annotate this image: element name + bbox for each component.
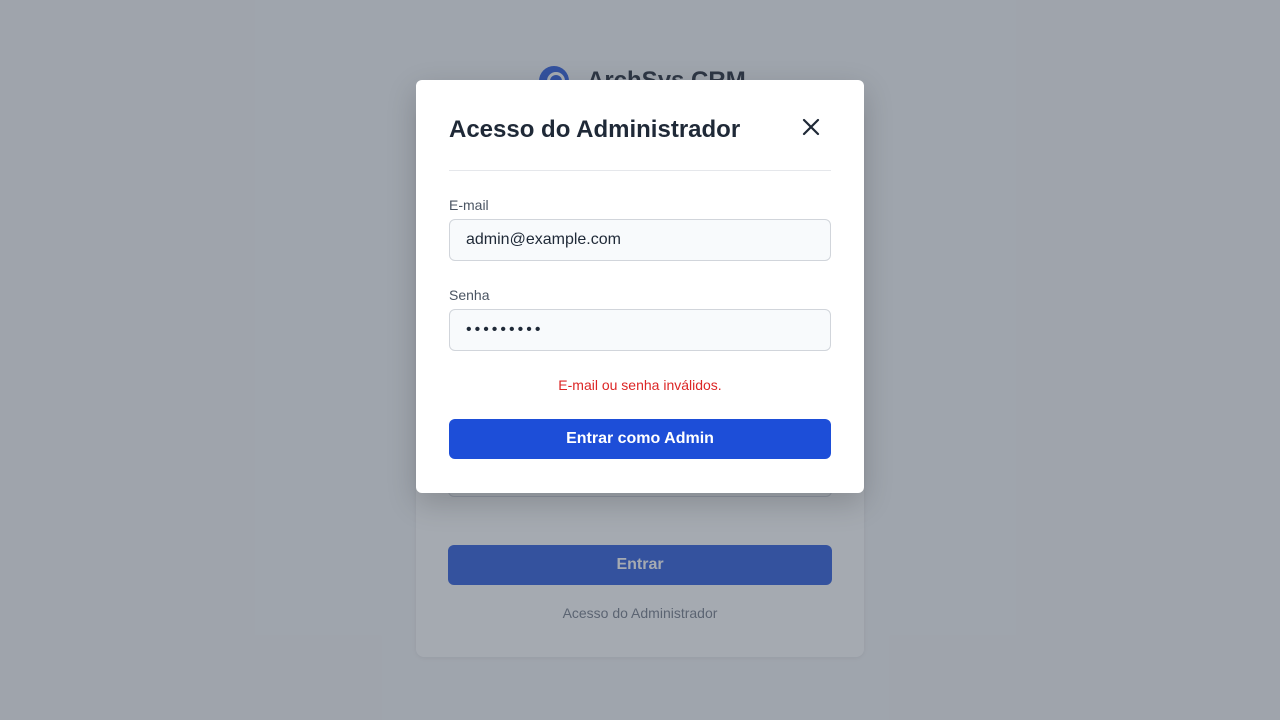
error-message: E-mail ou senha inválidos. [558, 377, 722, 393]
password-input[interactable] [449, 309, 831, 351]
close-icon [802, 118, 820, 136]
password-label: Senha [449, 287, 490, 303]
modal-header: Acesso do Administrador [449, 80, 831, 171]
email-input[interactable] [449, 219, 831, 261]
email-label: E-mail [449, 197, 489, 213]
close-button[interactable] [799, 115, 823, 139]
admin-login-button[interactable]: Entrar como Admin [449, 419, 831, 459]
modal-title: Acesso do Administrador [449, 116, 741, 143]
admin-login-modal: Acesso do Administrador E-mail Senha E-m… [416, 80, 864, 493]
